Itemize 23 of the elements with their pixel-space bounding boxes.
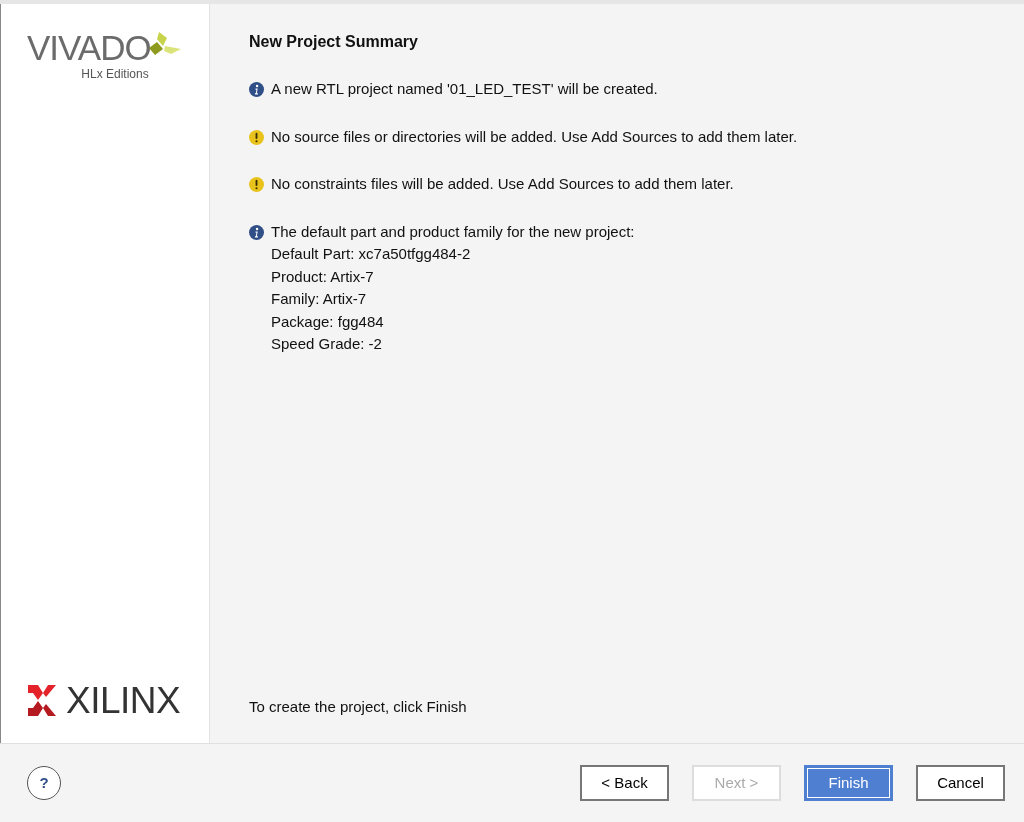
info-icon xyxy=(249,224,264,240)
detail-text: Speed Grade: -2 xyxy=(271,334,383,354)
message-text: A new RTL project named '01_LED_TEST' will be created. xyxy=(271,79,658,99)
edition-text: HLx Editions xyxy=(81,66,149,83)
product-logo-text: VIVADO xyxy=(27,30,151,65)
warning-icon xyxy=(249,177,264,192)
warning-icon xyxy=(249,129,264,145)
footer-text: To create the project, click Finish xyxy=(249,696,468,717)
company-logo-text: XILINX xyxy=(66,682,181,719)
detail-text: Package: fgg484 xyxy=(271,311,385,332)
message-text: No source files or directories will be added. Use Add Sources to add them later. xyxy=(271,126,798,147)
detail-text: Default Part: xc7a50tfgg484-2 xyxy=(271,244,472,264)
dialog-button[interactable]: Cancel xyxy=(916,765,1005,801)
info-icon xyxy=(249,82,264,97)
xilinx-logo-icon xyxy=(28,685,56,716)
message-text: No constraints files will be added. Use Add Sources to add them later. xyxy=(271,174,734,194)
help-button[interactable]: ? xyxy=(27,766,61,800)
detail-text: Product: Artix-7 xyxy=(271,266,375,287)
page-title: New Project Summary xyxy=(249,32,419,52)
message-text: The default part and product family for the new project: xyxy=(271,221,635,242)
dialog-button[interactable]: < Back xyxy=(580,765,669,801)
dialog-button[interactable]: Finish xyxy=(804,765,893,801)
detail-text: Family: Artix-7 xyxy=(271,289,367,309)
